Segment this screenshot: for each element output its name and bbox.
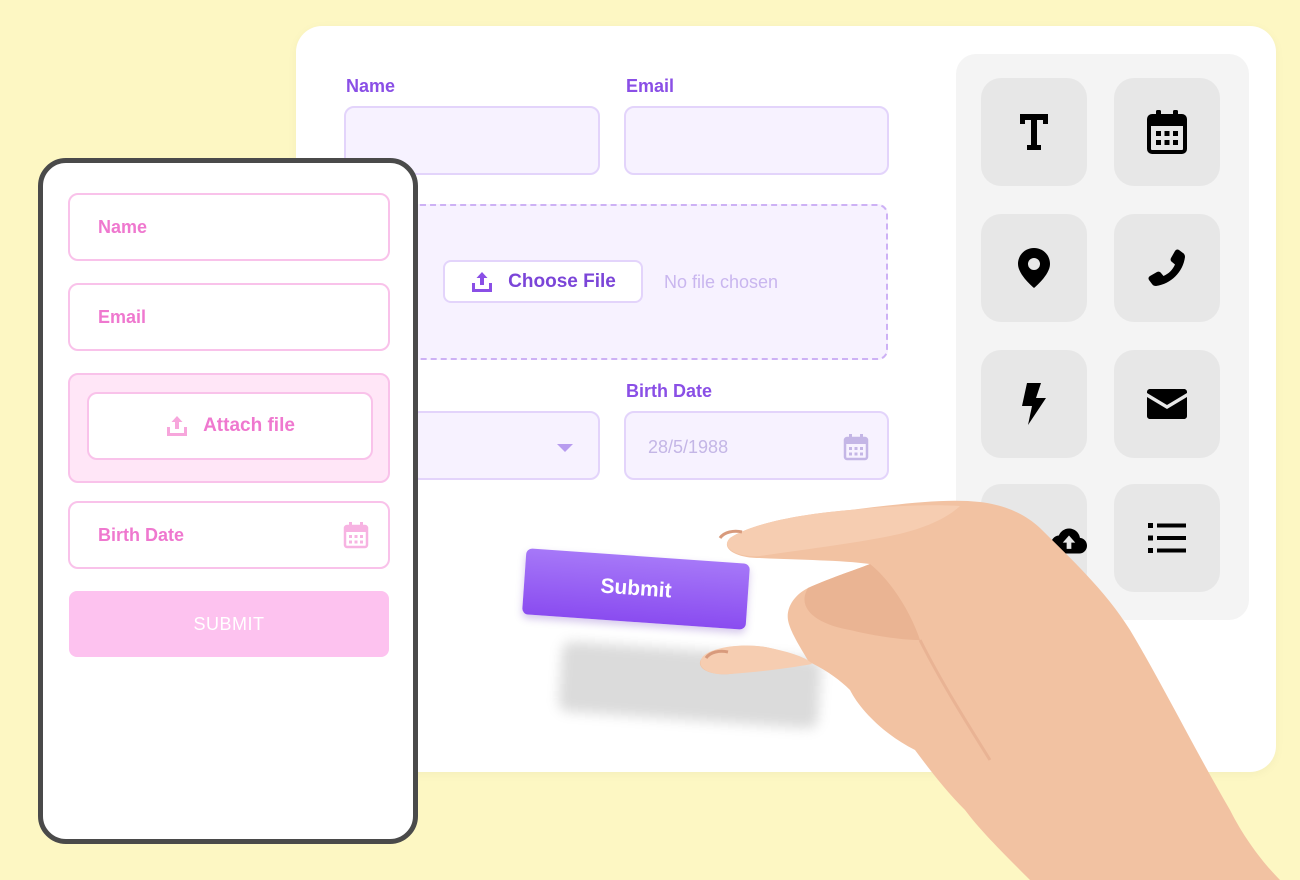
email-input[interactable] [624, 106, 889, 175]
hand-illustration [699, 500, 1280, 880]
tool-location[interactable] [981, 214, 1087, 322]
mobile-name-placeholder: Name [98, 216, 148, 237]
birth-date-value: 28/5/1988 [648, 437, 729, 457]
upload-icon [167, 416, 188, 436]
lightning-icon [1022, 383, 1046, 425]
mobile-email-input[interactable]: Email [68, 283, 390, 351]
tool-date[interactable] [1114, 78, 1220, 186]
location-pin-icon [1018, 248, 1050, 288]
phone-icon [1148, 249, 1185, 286]
upload-icon [472, 271, 493, 292]
mobile-name-input[interactable]: Name [68, 193, 390, 261]
tool-email[interactable] [1114, 350, 1220, 458]
calendar-icon [1147, 110, 1187, 154]
email-label: Email [626, 76, 675, 96]
attach-file-button[interactable]: Attach file [87, 392, 373, 460]
mobile-attach-zone: Attach file [68, 373, 390, 483]
tool-phone[interactable] [1114, 214, 1220, 322]
choose-file-label: Choose File [508, 270, 616, 292]
tool-action[interactable] [981, 350, 1087, 458]
text-icon [1020, 114, 1048, 150]
envelope-icon [1147, 389, 1187, 419]
calendar-icon [843, 434, 869, 461]
caret-down-icon [557, 444, 573, 452]
mobile-submit-button[interactable]: SUBMIT [69, 591, 389, 657]
file-status-text: No file chosen [664, 272, 779, 292]
mobile-birth-date-placeholder: Birth Date [98, 524, 185, 545]
tool-text[interactable] [981, 78, 1087, 186]
mobile-email-placeholder: Email [98, 306, 147, 327]
attach-file-label: Attach file [203, 415, 295, 436]
name-label: Name [346, 76, 396, 96]
birth-date-label: Birth Date [626, 381, 713, 401]
select-dropdown[interactable] [410, 411, 600, 480]
mobile-birth-date-input[interactable]: Birth Date [68, 501, 390, 569]
choose-file-button[interactable]: Choose File [443, 260, 643, 303]
mobile-form-frame: Name Email Attach file Birth Date SUBMIT [38, 158, 418, 844]
calendar-icon [343, 522, 369, 549]
